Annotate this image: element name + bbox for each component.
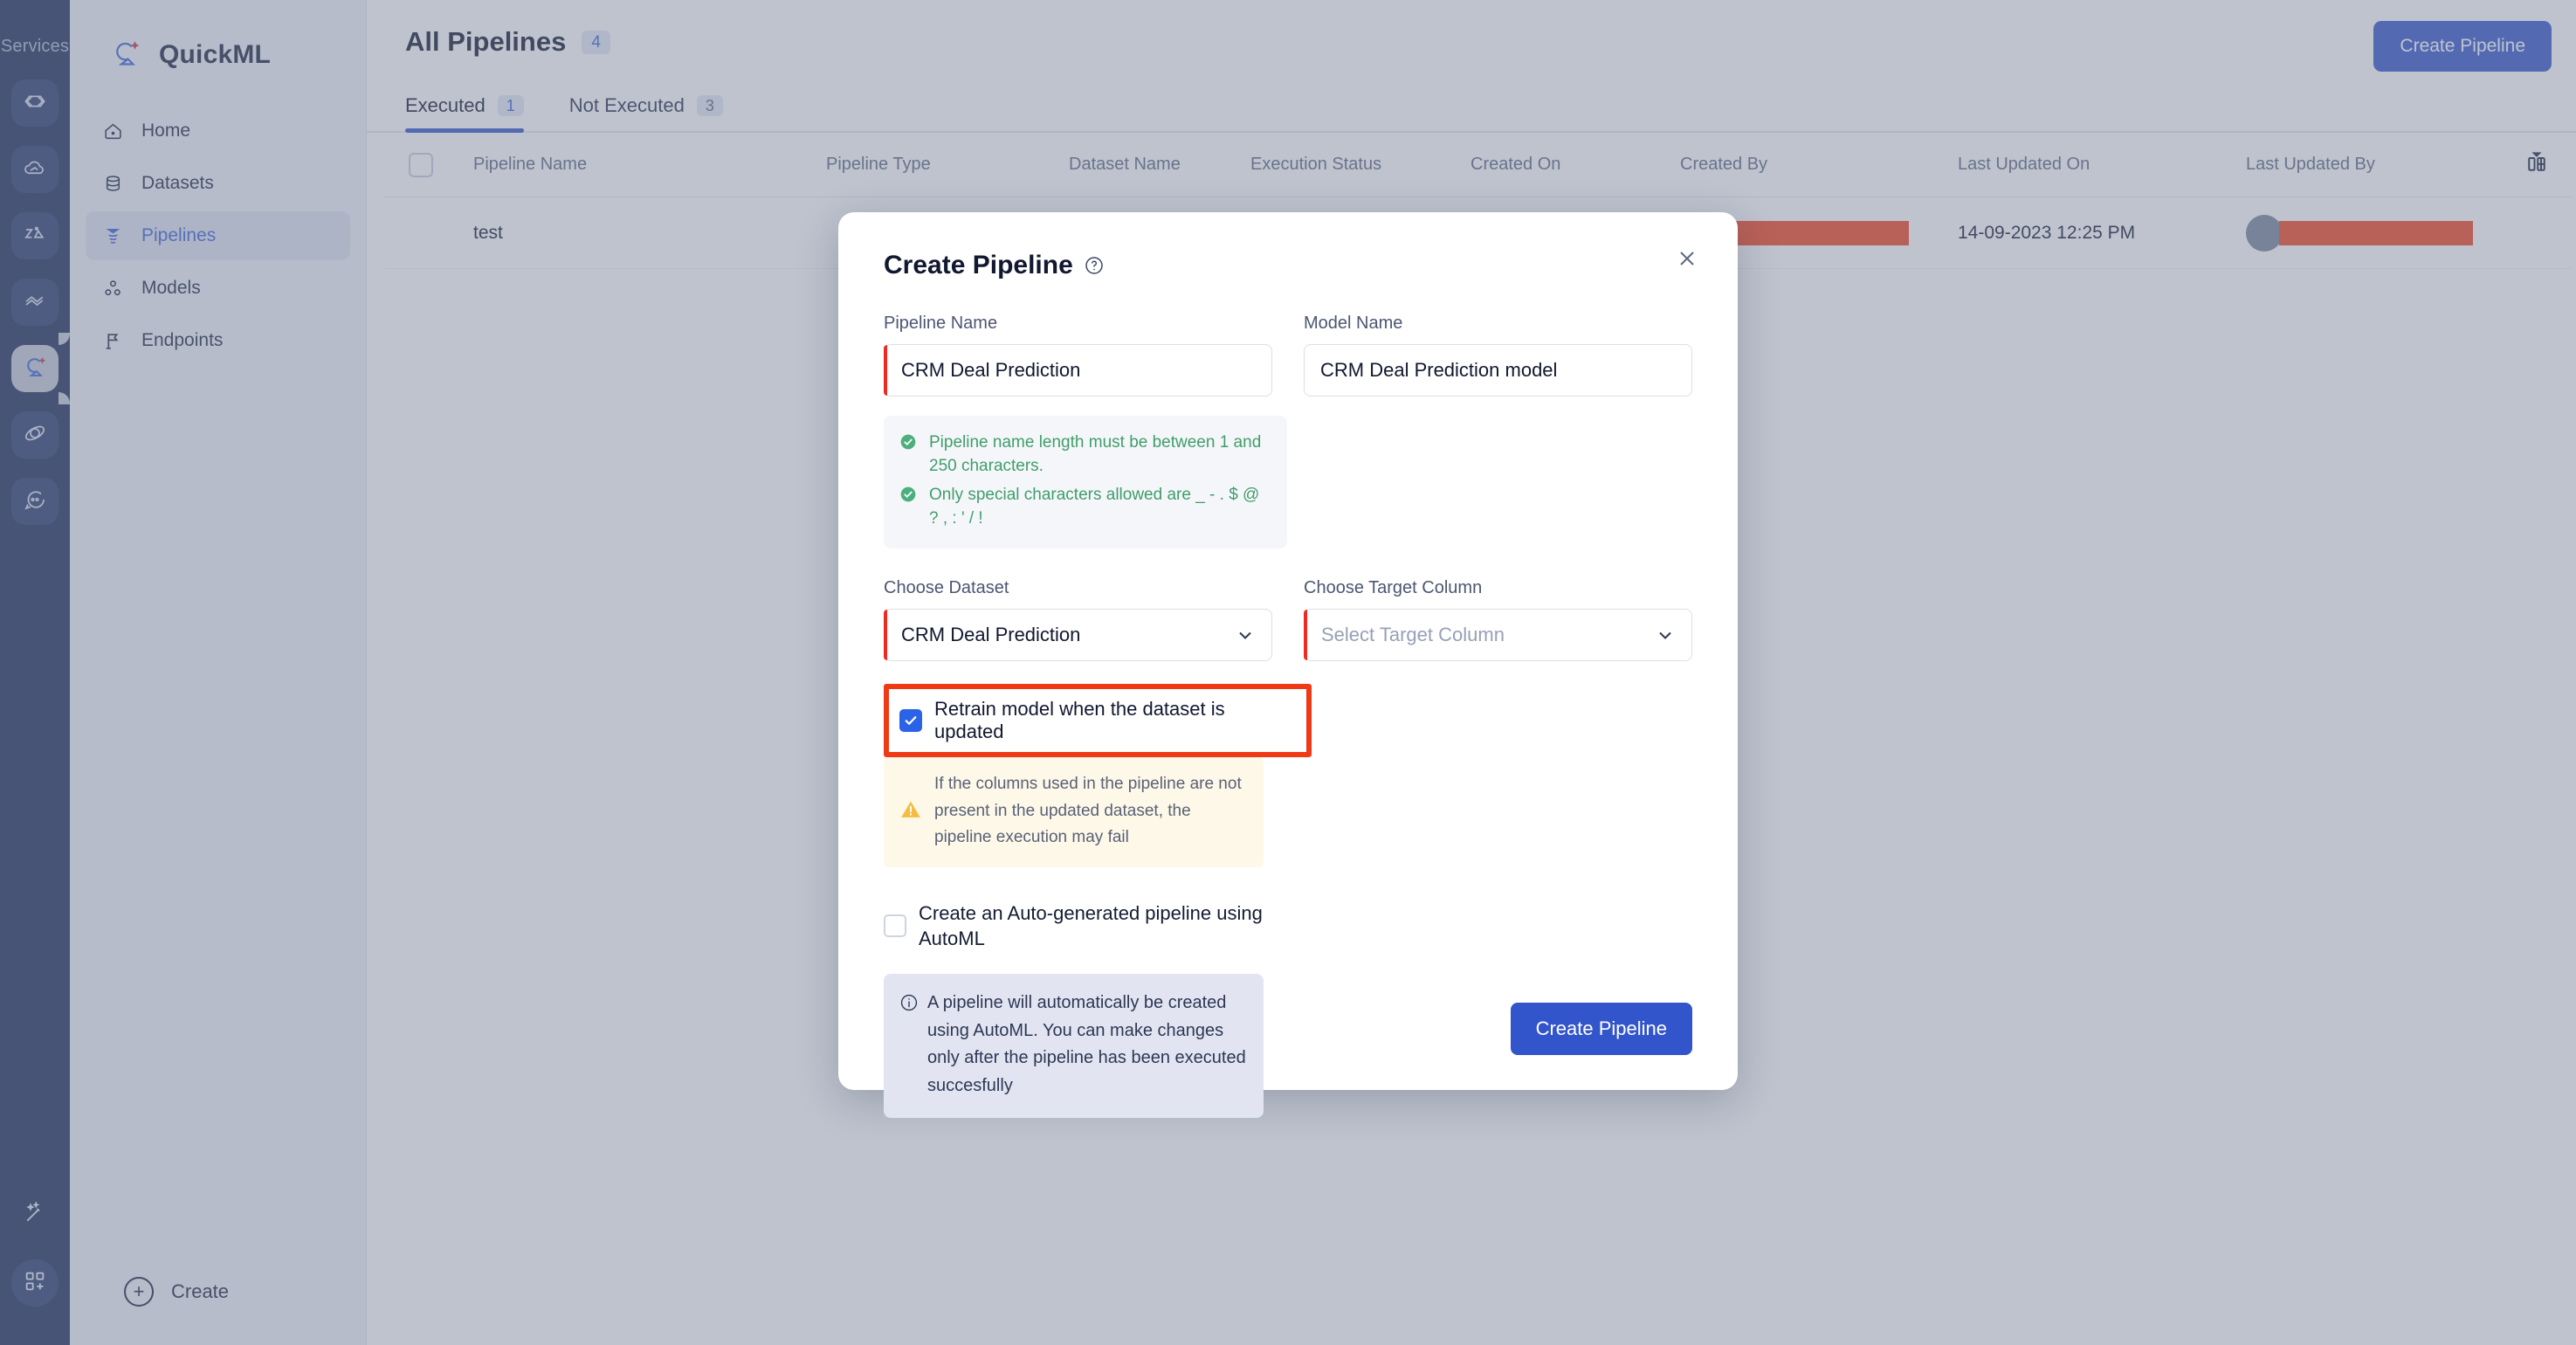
check-circle-icon (899, 486, 919, 531)
choose-dataset-value: CRM Deal Prediction (901, 623, 1081, 645)
choose-dataset-select[interactable]: CRM Deal Prediction (884, 608, 1272, 661)
pipeline-name-field: Pipeline Name CRM Deal Prediction (884, 314, 1272, 397)
pipeline-name-input[interactable]: CRM Deal Prediction (884, 344, 1272, 397)
retrain-checkbox[interactable] (899, 708, 922, 732)
modal-title: Create Pipeline (884, 251, 1073, 279)
hint-text: Pipeline name length must be between 1 a… (929, 433, 1262, 475)
choose-dataset-label: Choose Dataset (884, 577, 1009, 597)
choose-target-column-select[interactable]: Select Target Column (1304, 608, 1692, 661)
create-pipeline-modal: Create Pipeline Pipeline Name CRM Deal P… (838, 212, 1738, 1118)
name-fields-row: Pipeline Name CRM Deal Prediction Model … (884, 314, 1692, 397)
choose-target-column-placeholder: Select Target Column (1321, 623, 1505, 645)
pipeline-name-label: Pipeline Name (884, 314, 998, 333)
hint-item: Pipeline name length must be between 1 a… (899, 431, 1270, 479)
warning-triangle-icon (899, 798, 922, 825)
model-name-value: CRM Deal Prediction model (1320, 359, 1558, 381)
model-name-label: Model Name (1304, 314, 1403, 333)
close-icon (1675, 246, 1699, 273)
choose-target-column-field: Choose Target Column Select Target Colum… (1304, 578, 1692, 661)
automl-info-text: A pipeline will automatically be created… (927, 993, 1246, 1096)
info-circle-icon (899, 993, 919, 1100)
pipeline-name-value: CRM Deal Prediction (901, 359, 1081, 381)
help-circle-icon[interactable] (1084, 255, 1105, 276)
retrain-warning-box: If the columns used in the pipeline are … (884, 756, 1264, 868)
modal-footer: Create Pipeline (1510, 1003, 1692, 1055)
automl-checkbox[interactable] (884, 914, 906, 938)
model-name-input[interactable]: CRM Deal Prediction model (1304, 344, 1692, 397)
automl-info-box: A pipeline will automatically be created… (884, 974, 1264, 1118)
retrain-checkbox-highlight: Retrain model when the dataset is update… (884, 683, 1312, 757)
dataset-fields-row: Choose Dataset CRM Deal Prediction Choos… (884, 578, 1692, 661)
pipeline-name-hints: Pipeline name length must be between 1 a… (884, 416, 1287, 548)
modal-create-pipeline-button[interactable]: Create Pipeline (1510, 1003, 1692, 1055)
retrain-checkbox-label: Retrain model when the dataset is update… (934, 697, 1225, 742)
hint-item: Only special characters allowed are _ - … (899, 484, 1270, 531)
app-root: Services QuickML Home Datasets Pipelines… (0, 0, 2576, 1345)
check-circle-icon (899, 433, 919, 479)
retrain-checkbox-row[interactable]: Retrain model when the dataset is update… (899, 698, 1299, 743)
modal-close-button[interactable] (1668, 240, 1706, 279)
automl-checkbox-row[interactable]: Create an Auto-generated pipeline using … (884, 900, 1294, 951)
chevron-down-icon (1655, 624, 1676, 645)
choose-dataset-field: Choose Dataset CRM Deal Prediction (884, 578, 1272, 661)
choose-target-column-label: Choose Target Column (1304, 577, 1483, 597)
automl-checkbox-label: Create an Auto-generated pipeline using … (919, 902, 1263, 950)
chevron-down-icon (1235, 624, 1256, 645)
modal-header: Create Pipeline (884, 251, 1692, 280)
retrain-warning-text: If the columns used in the pipeline are … (934, 774, 1242, 847)
hint-text: Only special characters allowed are _ - … (929, 485, 1260, 528)
model-name-field: Model Name CRM Deal Prediction model (1304, 314, 1692, 397)
